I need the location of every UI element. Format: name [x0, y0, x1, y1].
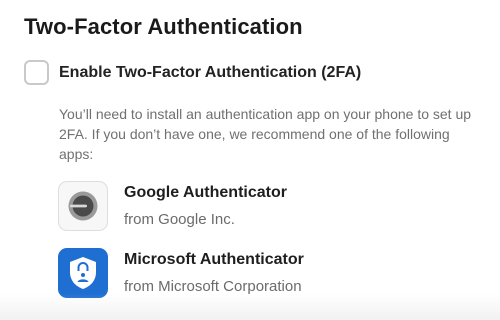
app-name: Microsoft Authenticator: [124, 250, 304, 268]
app-item-google-authenticator: Google Authenticator from Google Inc.: [58, 181, 287, 231]
bottom-fade: [0, 294, 500, 320]
app-item-microsoft-authenticator: Microsoft Authenticator from Microsoft C…: [58, 248, 304, 298]
app-vendor: from Google Inc.: [124, 210, 235, 228]
section-title: Two-Factor Authentication: [24, 14, 303, 39]
app-name: Google Authenticator: [124, 183, 287, 201]
google-authenticator-icon: [58, 181, 108, 231]
two-factor-settings-panel: Two-Factor Authentication Enable Two-Fac…: [0, 0, 500, 320]
enable-2fa-label[interactable]: Enable Two-Factor Authentication (2FA): [59, 64, 361, 82]
enable-2fa-checkbox[interactable]: [24, 60, 49, 85]
microsoft-authenticator-icon: [58, 248, 108, 298]
description-text: You’ll need to install an authentication…: [59, 106, 472, 162]
enable-2fa-row[interactable]: Enable Two-Factor Authentication (2FA): [24, 60, 361, 85]
